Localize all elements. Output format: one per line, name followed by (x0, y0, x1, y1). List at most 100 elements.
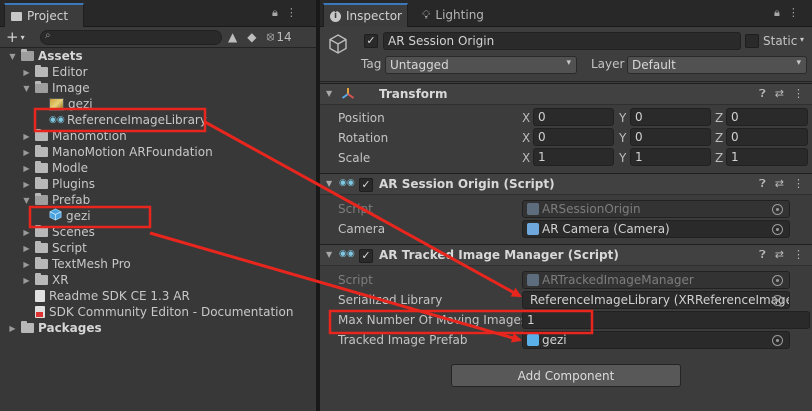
help-icon[interactable]: ❓︎ (759, 87, 766, 101)
transform-header[interactable]: ▼ Transform ❓︎ ⇄ ⋮ (320, 83, 812, 105)
folder-icon (35, 65, 48, 77)
tree-item[interactable]: ▶ XR (22, 272, 69, 288)
tree-item[interactable]: ▶ Script (22, 240, 87, 256)
tag-dropdown[interactable]: Untagged ▾ (385, 56, 577, 74)
fold-arrow-icon[interactable]: ▼ (326, 89, 332, 98)
static-checkbox[interactable] (745, 34, 759, 48)
tree-item[interactable]: ◉◉ ReferenceImageLibrary (36, 112, 207, 128)
create-button[interactable]: + ▾ (6, 29, 34, 46)
layer-dropdown[interactable]: Default ▾ (627, 56, 807, 74)
collapsed-arrow-icon[interactable]: ▶ (8, 324, 17, 333)
tree-item-label: Script (52, 241, 87, 255)
folder-icon (35, 177, 48, 189)
folder-icon (35, 241, 48, 253)
preset-icon[interactable]: ⇄ (775, 177, 784, 191)
object-picker-icon[interactable] (772, 334, 783, 346)
tree-item-label: Assets (38, 49, 83, 63)
tab-lighting[interactable]: 💡︎ Lighting (416, 4, 484, 26)
add-component-button[interactable]: Add Component (451, 364, 681, 387)
ar-tracked-image-manager-enabled-checkbox[interactable]: ✓ (359, 249, 373, 263)
scale-x-field[interactable]: 1 (533, 148, 614, 166)
preset-icon[interactable]: ⇄ (775, 87, 784, 101)
fold-arrow-icon[interactable]: ▼ (326, 179, 332, 188)
tree-item[interactable]: ▶ Plugins (22, 176, 95, 192)
filter-by-type-icon[interactable]: ▲ (228, 30, 237, 44)
collapsed-arrow-icon[interactable]: ▶ (22, 148, 31, 157)
tab-project[interactable]: Project (4, 3, 84, 27)
tree-item[interactable]: ▶ Manomotion (22, 128, 127, 144)
collapsed-arrow-icon[interactable]: ▶ (22, 68, 31, 77)
tab-inspector[interactable]: i Inspector (323, 3, 408, 27)
rotation-z-field[interactable]: 0 (726, 128, 808, 146)
tree-item[interactable]: ▼ Prefab (22, 192, 90, 208)
tree-item[interactable]: gezi (36, 208, 91, 224)
chevron-down-icon: ▾ (566, 58, 571, 68)
scale-y-field[interactable]: 1 (630, 148, 711, 166)
tree-item-label: Readme SDK CE 1.3 AR (49, 289, 190, 303)
lock-icon[interactable]: 🔒︎ (272, 6, 278, 20)
preset-icon[interactable]: ⇄ (775, 248, 784, 262)
help-icon[interactable]: ❓︎ (759, 248, 766, 262)
tree-item[interactable]: SDK Community Editon - Documentation (22, 304, 293, 320)
folder-icon (35, 257, 48, 269)
rotation-y-field[interactable]: 0 (630, 128, 711, 146)
fold-arrow-icon[interactable]: ▼ (326, 250, 332, 259)
static-dropdown-caret[interactable]: ▾ (800, 35, 804, 44)
help-icon[interactable]: ❓︎ (759, 177, 766, 191)
hidden-count: 14 (276, 29, 292, 44)
position-z-field[interactable]: 0 (726, 108, 808, 126)
scale-z-field[interactable]: 1 (726, 148, 808, 166)
tree-item[interactable]: ▶ Packages (8, 320, 102, 336)
collapsed-arrow-icon[interactable]: ▶ (22, 276, 31, 285)
tree-item[interactable]: gezi (36, 96, 93, 112)
position-x-value: 0 (538, 110, 546, 124)
rotation-x-field[interactable]: 0 (533, 128, 614, 146)
expanded-arrow-icon[interactable]: ▼ (22, 84, 31, 93)
tree-item[interactable]: Readme SDK CE 1.3 AR (22, 288, 190, 304)
tree-item[interactable]: ▶ TextMesh Pro (22, 256, 131, 272)
more-menu-icon[interactable]: ⋮ (788, 6, 799, 20)
expanded-arrow-icon[interactable]: ▼ (22, 196, 31, 205)
component-menu-icon[interactable]: ⋮ (793, 248, 804, 262)
max-moving-images-field[interactable]: 1 (522, 311, 810, 329)
ar-tracked-image-manager-header[interactable]: ▼ ◉◉ ✓ AR Tracked Image Manager (Script)… (320, 244, 812, 266)
tracked-image-prefab-field[interactable]: gezi (522, 331, 790, 349)
hidden-packages-toggle[interactable]: ⦻ 14 (266, 29, 291, 44)
expanded-arrow-icon[interactable]: ▼ (8, 52, 17, 61)
collapsed-arrow-icon[interactable]: ▶ (22, 180, 31, 189)
object-picker-icon (772, 274, 783, 286)
tree-item[interactable]: ▶ Scenes (22, 224, 95, 240)
tree-item[interactable]: ▶ Modle (22, 160, 88, 176)
folder-open-icon (35, 193, 48, 205)
serialized-library-value: ReferenceImageLibrary (XRReferenceImageL (530, 293, 790, 307)
lock-icon[interactable]: 🔒︎ (774, 6, 780, 20)
more-menu-icon[interactable]: ⋮ (286, 6, 297, 20)
collapsed-arrow-icon[interactable]: ▶ (22, 164, 31, 173)
search-input[interactable]: ⌕ (40, 30, 222, 45)
collapsed-arrow-icon[interactable]: ▶ (22, 132, 31, 141)
gameobject-name-field[interactable]: AR Session Origin (383, 32, 741, 50)
position-y-field[interactable]: 0 (630, 108, 711, 126)
ar-session-origin-enabled-checkbox[interactable]: ✓ (359, 178, 373, 192)
object-picker-icon[interactable] (772, 294, 783, 306)
collapsed-arrow-icon[interactable]: ▶ (22, 260, 31, 269)
project-toolbar-icons: ▲ ◆ ⦻ 14 (228, 29, 292, 44)
position-x-field[interactable]: 0 (533, 108, 614, 126)
camera-field[interactable]: AR Camera (Camera) (522, 220, 790, 238)
collapsed-arrow-icon[interactable]: ▶ (22, 244, 31, 253)
chevron-down-icon: ▾ (20, 33, 25, 42)
script-label: Script (338, 202, 373, 216)
tree-item[interactable]: ▼ Assets (8, 48, 83, 64)
tree-item[interactable]: ▼ Image (22, 80, 90, 96)
component-menu-icon[interactable]: ⋮ (793, 177, 804, 191)
ar-session-origin-header[interactable]: ▼ ◉◉ ✓ AR Session Origin (Script) ❓︎ ⇄ ⋮ (320, 173, 812, 195)
filter-by-label-icon[interactable]: ◆ (247, 30, 256, 44)
collapsed-arrow-icon[interactable]: ▶ (22, 228, 31, 237)
tree-item[interactable]: ▶ Editor (22, 64, 88, 80)
tree-item[interactable]: ▶ ManoMotion ARFoundation (22, 144, 213, 160)
object-picker-icon[interactable] (772, 223, 783, 235)
tree-item-label: Prefab (52, 193, 91, 207)
component-menu-icon[interactable]: ⋮ (793, 87, 804, 101)
gameobject-active-checkbox[interactable]: ✓ (364, 34, 378, 48)
serialized-library-field[interactable]: ReferenceImageLibrary (XRReferenceImageL (522, 291, 790, 309)
